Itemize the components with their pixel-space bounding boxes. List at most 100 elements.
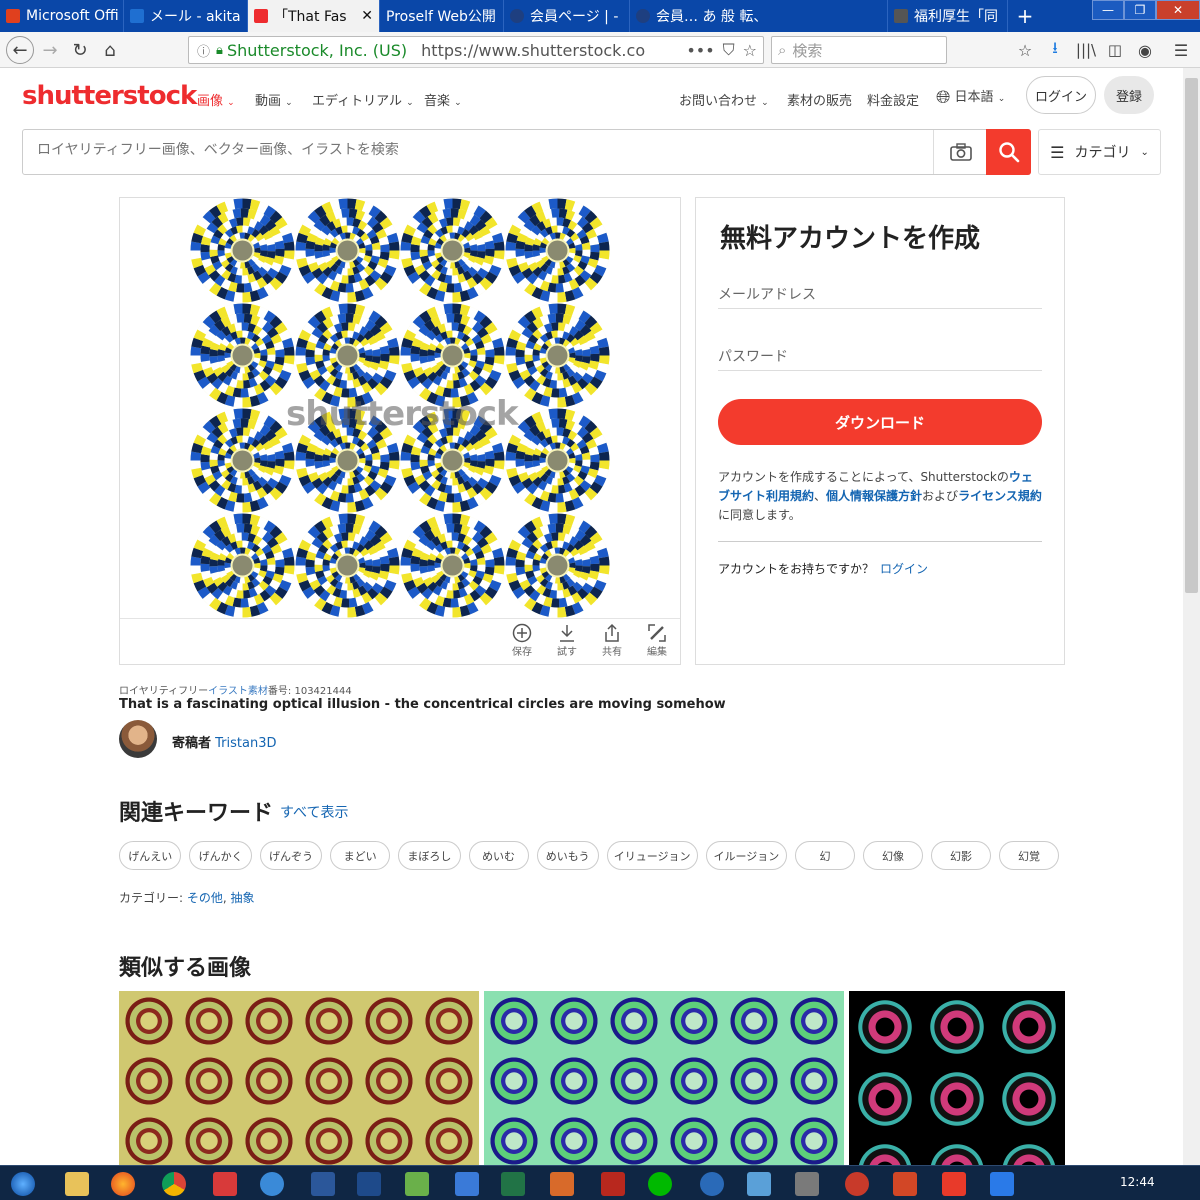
- password-field[interactable]: パスワード: [718, 346, 1042, 371]
- account-icon[interactable]: ◉: [1134, 37, 1156, 63]
- similar-image-1[interactable]: [119, 991, 479, 1165]
- info-icon[interactable]: ⓘ: [197, 41, 210, 60]
- r-icon[interactable]: [695, 1169, 729, 1199]
- share-button[interactable]: 共有: [592, 623, 632, 658]
- browser-tab[interactable]: 会員… あ 般 転、: [630, 0, 888, 32]
- keyword-chip[interactable]: げんかく: [189, 841, 252, 870]
- privacy-policy-link[interactable]: 個人情報保護方針: [826, 489, 922, 503]
- browser-tab-active[interactable]: 「That Fas ✕: [248, 0, 380, 32]
- reload-icon[interactable]: ↻: [68, 37, 92, 63]
- firefox-icon[interactable]: [106, 1169, 140, 1199]
- sidebar-icon[interactable]: ◫: [1104, 37, 1126, 63]
- browser-tab[interactable]: メール - akita: [124, 0, 248, 32]
- app-icon[interactable]: [400, 1169, 434, 1199]
- excel-icon[interactable]: [496, 1169, 530, 1199]
- keyword-chip[interactable]: まどい: [330, 841, 391, 870]
- category-link[interactable]: 抽象: [231, 891, 255, 905]
- browser-tab[interactable]: 福利厚生「同: [888, 0, 1008, 32]
- home-icon[interactable]: ⌂: [98, 37, 122, 63]
- back-icon[interactable]: ←: [6, 36, 34, 64]
- category-link[interactable]: その他: [187, 891, 223, 905]
- show-all-keywords-link[interactable]: すべて表示: [280, 802, 348, 822]
- nav-sell[interactable]: 素材の販売: [787, 90, 852, 109]
- start-icon[interactable]: [6, 1169, 40, 1199]
- search-input[interactable]: [37, 142, 917, 158]
- browser-search-box[interactable]: ⌕ 検索: [771, 36, 947, 64]
- url-bar[interactable]: ⓘ 🔒︎ Shutterstock, Inc. (US) https://www…: [188, 36, 764, 64]
- forward-icon[interactable]: →: [38, 37, 62, 63]
- avatar[interactable]: [119, 720, 157, 758]
- keyword-chip[interactable]: 幻像: [863, 841, 924, 870]
- camera-app-icon[interactable]: [208, 1169, 242, 1199]
- line-icon[interactable]: [643, 1169, 677, 1199]
- close-window-button[interactable]: ✕: [1156, 0, 1200, 20]
- nav-editorial[interactable]: エディトリアル ⌄: [312, 90, 414, 109]
- library-icon[interactable]: |||\: [1074, 37, 1098, 63]
- menu-icon[interactable]: ☰: [1170, 37, 1192, 63]
- browser-tab[interactable]: Proself Web公開: [380, 0, 504, 32]
- nav-images[interactable]: 画像 ⌄: [197, 90, 235, 109]
- keyword-chip[interactable]: めいもう: [536, 841, 599, 870]
- pocket-icon[interactable]: ⛉: [723, 40, 735, 60]
- url-text[interactable]: https://www.shutterstock.co: [421, 41, 645, 60]
- nav-language[interactable]: 🌐︎ 日本語 ⌄: [936, 86, 1005, 108]
- chrome-icon[interactable]: [157, 1169, 191, 1199]
- bookmark-star-icon[interactable]: ☆: [743, 41, 757, 60]
- app-icon[interactable]: [985, 1169, 1019, 1199]
- clock[interactable]: 12:44: [1120, 1175, 1155, 1189]
- scrollbar-thumb[interactable]: [1185, 78, 1198, 593]
- browser-tab[interactable]: Microsoft Offi: [0, 0, 124, 32]
- category-button[interactable]: ☰ カテゴリ ⌄: [1038, 129, 1161, 175]
- close-tab-icon[interactable]: ✕: [361, 8, 373, 24]
- keyword-chip[interactable]: めいむ: [468, 841, 529, 870]
- illustration-link[interactable]: イラスト素材: [208, 686, 268, 697]
- nav-pricing[interactable]: 料金設定: [867, 90, 919, 109]
- try-button[interactable]: 試す: [547, 623, 587, 658]
- keyword-chip[interactable]: 幻: [795, 841, 856, 870]
- save-button[interactable]: 保存: [502, 623, 542, 658]
- edit-button[interactable]: 編集: [637, 623, 677, 658]
- app-icon[interactable]: [545, 1169, 579, 1199]
- keyword-chip[interactable]: 幻覚: [999, 841, 1060, 870]
- more-icon[interactable]: •••: [686, 41, 714, 60]
- acrobat-icon[interactable]: [937, 1169, 971, 1199]
- keyword-chip[interactable]: イルージョン: [705, 841, 788, 870]
- nav-video[interactable]: 動画 ⌄: [255, 90, 293, 109]
- app-icon[interactable]: [840, 1169, 874, 1199]
- page-scrollbar[interactable]: [1183, 68, 1200, 1165]
- nav-music[interactable]: 音楽 ⌄: [424, 90, 462, 109]
- browser-tab[interactable]: 会員ページ | -: [504, 0, 630, 32]
- nav-contact[interactable]: お問い合わせ ⌄: [679, 90, 769, 109]
- keyword-chip[interactable]: 幻影: [931, 841, 992, 870]
- app-icon[interactable]: [790, 1169, 824, 1199]
- maximize-button[interactable]: ❐: [1124, 0, 1156, 20]
- keyword-chip[interactable]: イリュージョン: [606, 841, 698, 870]
- camera-search-icon[interactable]: [933, 130, 987, 174]
- login-button[interactable]: ログイン: [1026, 76, 1096, 114]
- explorer-icon[interactable]: [60, 1169, 94, 1199]
- search-button[interactable]: [986, 129, 1031, 175]
- register-button[interactable]: 登録: [1104, 76, 1154, 114]
- license-link[interactable]: ライセンス規約: [958, 489, 1042, 503]
- download-icon[interactable]: ⭳: [1044, 37, 1066, 63]
- contributor-link[interactable]: Tristan3D: [215, 736, 276, 751]
- minimize-button[interactable]: —: [1092, 0, 1124, 20]
- shutterstock-logo[interactable]: shutterstock: [22, 81, 197, 111]
- similar-image-2[interactable]: [484, 991, 844, 1165]
- keyword-chip[interactable]: げんえい: [119, 841, 182, 870]
- bookmarks-icon[interactable]: ☆: [1014, 37, 1036, 63]
- similar-image-3[interactable]: [849, 991, 1065, 1165]
- keyword-chip[interactable]: げんぞう: [259, 841, 323, 870]
- powerpoint-icon[interactable]: [888, 1169, 922, 1199]
- word-icon[interactable]: [306, 1169, 340, 1199]
- ie-app-icon[interactable]: [255, 1169, 289, 1199]
- email-field[interactable]: メールアドレス: [718, 284, 1042, 309]
- app-icon[interactable]: [742, 1169, 776, 1199]
- keyword-chip[interactable]: まぼろし: [398, 841, 461, 870]
- login-link[interactable]: ログイン: [880, 562, 928, 576]
- new-tab-button[interactable]: +: [1008, 0, 1042, 32]
- word-alt-icon[interactable]: [352, 1169, 386, 1199]
- app-icon[interactable]: [450, 1169, 484, 1199]
- flash-icon[interactable]: [596, 1169, 630, 1199]
- download-button[interactable]: ダウンロード: [718, 399, 1042, 445]
